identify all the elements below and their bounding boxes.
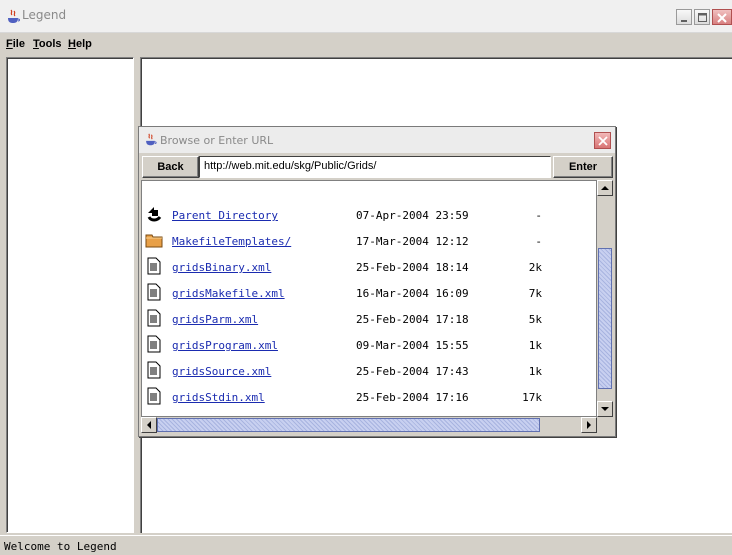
document-icon [147,335,161,353]
list-item: gridsParm.xml 25-Feb-2004 17:18 5k [142,309,596,329]
folder-icon [145,234,163,248]
document-icon [147,361,161,379]
url-input[interactable]: http://web.mit.edu/skg/Public/Grids/ [199,156,551,178]
arrow-left-icon [147,421,151,429]
legend-window: Legend File Tools Help Welcome to Legend… [0,0,732,555]
scroll-thumb[interactable] [157,418,540,432]
entry-size: 17k [522,391,542,404]
entry-size: 1k [528,339,542,352]
entry-size: 7k [528,287,542,300]
entry-link[interactable]: MakefileTemplates/ [172,235,291,248]
entry-date: 07-Apr-2004 23:59 [356,209,469,222]
list-item: gridsStdin.xml 25-Feb-2004 17:16 17k [142,387,596,407]
java-coffee-icon [8,9,20,23]
list-item: gridsMakefile.xml 16-Mar-2004 16:09 7k [142,283,596,303]
horizontal-scrollbar[interactable] [141,417,597,433]
entry-date: 17-Mar-2004 12:12 [356,235,469,248]
entry-link[interactable]: gridsMakefile.xml [172,287,285,300]
back-arrow-icon [147,207,162,222]
entry-link[interactable]: gridsParm.xml [172,313,258,326]
title-bar[interactable]: Legend [0,0,732,33]
entry-link[interactable]: gridsStdin.xml [172,391,265,404]
minimize-button[interactable] [676,9,692,25]
scroll-track[interactable] [597,196,613,248]
maximize-button[interactable] [694,9,710,25]
scroll-left-button[interactable] [141,417,157,433]
browse-dialog: Browse or Enter URL Back http://web.mit.… [138,126,616,437]
close-icon [598,136,608,146]
list-item: gridsProgram.xml 09-Mar-2004 15:55 1k [142,335,596,355]
menu-help[interactable]: Help [68,38,92,50]
dialog-title: Browse or Enter URL [160,134,274,147]
entry-size: - [535,209,542,222]
entry-size: 5k [528,313,542,326]
arrow-up-icon [601,186,609,190]
close-button[interactable] [712,9,732,25]
vertical-scrollbar[interactable] [597,180,613,417]
entry-link[interactable]: gridsBinary.xml [172,261,271,274]
menu-bar: File Tools Help [0,34,732,54]
maximize-icon [698,13,707,22]
document-icon [147,257,161,275]
entry-date: 25-Feb-2004 18:14 [356,261,469,274]
entry-date: 16-Mar-2004 16:09 [356,287,469,300]
scroll-down-button[interactable] [597,401,613,417]
list-item: Parent Directory 07-Apr-2004 23:59 - [142,205,596,225]
entry-link[interactable]: gridsProgram.xml [172,339,278,352]
list-item: gridsSource.xml 25-Feb-2004 17:43 1k [142,361,596,381]
status-text: Welcome to Legend [4,540,117,553]
arrow-right-icon [587,421,591,429]
back-button[interactable]: Back [142,156,199,178]
entry-date: 25-Feb-2004 17:43 [356,365,469,378]
entry-size: 1k [528,365,542,378]
dialog-title-bar[interactable]: Browse or Enter URL [139,127,615,153]
menu-file[interactable]: File [6,38,25,50]
close-icon [717,13,727,23]
java-coffee-icon [146,133,157,146]
left-pane[interactable] [6,57,134,533]
entry-size: - [535,235,542,248]
list-item: MakefileTemplates/ 17-Mar-2004 12:12 - [142,231,596,251]
dialog-close-button[interactable] [594,132,611,149]
entry-date: 25-Feb-2004 17:18 [356,313,469,326]
status-bar: Welcome to Legend [0,535,732,555]
entry-link[interactable]: gridsSource.xml [172,365,271,378]
url-row: Back http://web.mit.edu/skg/Public/Grids… [141,155,613,179]
scroll-thumb[interactable] [598,248,612,389]
scroll-up-button[interactable] [597,180,613,196]
menu-tools[interactable]: Tools [33,38,62,50]
document-icon [147,283,161,301]
entry-date: 25-Feb-2004 17:16 [356,391,469,404]
window-title: Legend [22,8,67,22]
arrow-down-icon [601,407,609,411]
directory-listing: Parent Directory 07-Apr-2004 23:59 - Mak… [141,180,597,417]
entry-date: 09-Mar-2004 15:55 [356,339,469,352]
document-icon [147,309,161,327]
document-icon [147,387,161,405]
entry-link[interactable]: Parent Directory [172,209,278,222]
scroll-right-button[interactable] [581,417,597,433]
minimize-icon [681,20,687,22]
entry-size: 2k [528,261,542,274]
list-item: gridsBinary.xml 25-Feb-2004 18:14 2k [142,257,596,277]
enter-button[interactable]: Enter [553,156,613,178]
